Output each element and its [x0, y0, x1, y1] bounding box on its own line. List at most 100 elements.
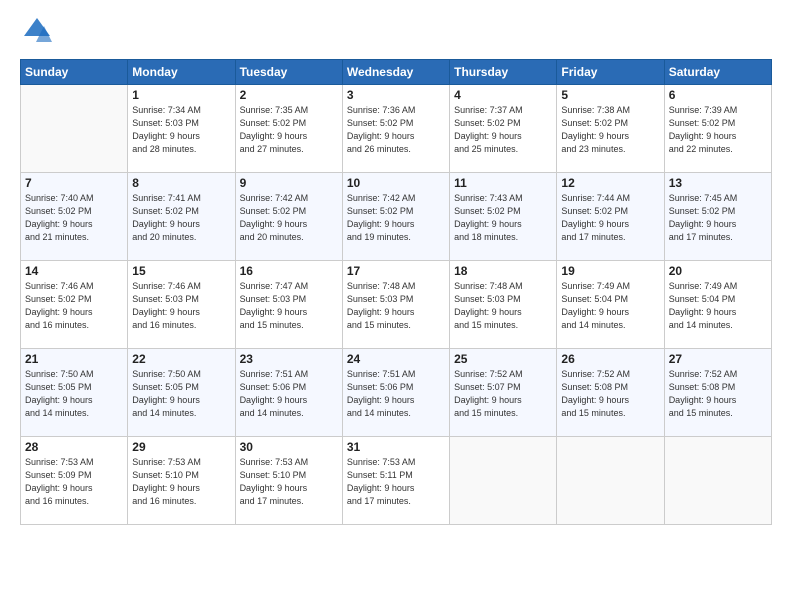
calendar-cell: 31 Sunrise: 7:53 AM Sunset: 5:11 PM Dayli… — [342, 436, 449, 524]
day-info: Sunrise: 7:38 AM Sunset: 5:02 PM Dayligh… — [561, 104, 659, 156]
day-info: Sunrise: 7:39 AM Sunset: 5:02 PM Dayligh… — [669, 104, 767, 156]
day-info: Sunrise: 7:43 AM Sunset: 5:02 PM Dayligh… — [454, 192, 552, 244]
calendar: SundayMondayTuesdayWednesdayThursdayFrid… — [20, 59, 772, 525]
day-number: 9 — [240, 176, 338, 190]
calendar-cell: 15Sunrise: 7:46 AM Sunset: 5:03 PM Dayli… — [128, 260, 235, 348]
day-number: 5 — [561, 88, 659, 102]
calendar-cell: 20 Sunrise: 7:49 AM Sunset: 5:04 PM Dayli… — [664, 260, 771, 348]
day-info: Sunrise: 7:53 AM Sunset: 5:11 PM Dayligh… — [347, 456, 445, 508]
day-info: Sunrise: 7:53 AM Sunset: 5:10 PM Dayligh… — [240, 456, 338, 508]
day-info: Sunrise: 7:46 AM Sunset: 5:02 PM Dayligh… — [25, 280, 123, 332]
calendar-cell: 5 Sunrise: 7:38 AM Sunset: 5:02 PM Daylig… — [557, 84, 664, 172]
day-number: 12 — [561, 176, 659, 190]
day-info: Sunrise: 7:42 AM Sunset: 5:02 PM Dayligh… — [347, 192, 445, 244]
day-number: 28 — [25, 440, 123, 454]
day-number: 19 — [561, 264, 659, 278]
day-info: Sunrise: 7:49 AM Sunset: 5:04 PM Dayligh… — [561, 280, 659, 332]
day-info: Sunrise: 7:53 AM Sunset: 5:09 PM Dayligh… — [25, 456, 123, 508]
calendar-cell: 4 Sunrise: 7:37 AM Sunset: 5:02 PM Daylig… — [450, 84, 557, 172]
calendar-header-friday: Friday — [557, 59, 664, 84]
calendar-cell: 13 Sunrise: 7:45 AM Sunset: 5:02 PM Dayli… — [664, 172, 771, 260]
day-info: Sunrise: 7:41 AM Sunset: 5:02 PM Dayligh… — [132, 192, 230, 244]
day-number: 18 — [454, 264, 552, 278]
calendar-cell: 22 Sunrise: 7:50 AM Sunset: 5:05 PM Dayli… — [128, 348, 235, 436]
day-number: 21 — [25, 352, 123, 366]
calendar-cell — [450, 436, 557, 524]
calendar-cell: 11 Sunrise: 7:43 AM Sunset: 5:02 PM Dayli… — [450, 172, 557, 260]
day-number: 24 — [347, 352, 445, 366]
calendar-cell: 9Sunrise: 7:42 AM Sunset: 5:02 PM Daylig… — [235, 172, 342, 260]
calendar-cell: 12 Sunrise: 7:44 AM Sunset: 5:02 PM Dayli… — [557, 172, 664, 260]
day-info: Sunrise: 7:36 AM Sunset: 5:02 PM Dayligh… — [347, 104, 445, 156]
day-number: 14 — [25, 264, 123, 278]
day-info: Sunrise: 7:51 AM Sunset: 5:06 PM Dayligh… — [240, 368, 338, 420]
day-number: 26 — [561, 352, 659, 366]
day-info: Sunrise: 7:47 AM Sunset: 5:03 PM Dayligh… — [240, 280, 338, 332]
calendar-cell — [557, 436, 664, 524]
day-info: Sunrise: 7:53 AM Sunset: 5:10 PM Dayligh… — [132, 456, 230, 508]
calendar-cell: 17 Sunrise: 7:48 AM Sunset: 5:03 PM Dayli… — [342, 260, 449, 348]
day-number: 31 — [347, 440, 445, 454]
day-info: Sunrise: 7:52 AM Sunset: 5:08 PM Dayligh… — [561, 368, 659, 420]
calendar-cell: 23Sunrise: 7:51 AM Sunset: 5:06 PM Dayli… — [235, 348, 342, 436]
calendar-week-row: 7Sunrise: 7:40 AM Sunset: 5:02 PM Daylig… — [21, 172, 772, 260]
day-number: 20 — [669, 264, 767, 278]
day-number: 2 — [240, 88, 338, 102]
day-info: Sunrise: 7:44 AM Sunset: 5:02 PM Dayligh… — [561, 192, 659, 244]
calendar-header-wednesday: Wednesday — [342, 59, 449, 84]
day-info: Sunrise: 7:35 AM Sunset: 5:02 PM Dayligh… — [240, 104, 338, 156]
logo — [20, 16, 52, 51]
calendar-cell: 18 Sunrise: 7:48 AM Sunset: 5:03 PM Dayli… — [450, 260, 557, 348]
day-info: Sunrise: 7:48 AM Sunset: 5:03 PM Dayligh… — [347, 280, 445, 332]
logo-icon — [22, 16, 52, 46]
calendar-cell: 7Sunrise: 7:40 AM Sunset: 5:02 PM Daylig… — [21, 172, 128, 260]
calendar-cell: 6 Sunrise: 7:39 AM Sunset: 5:02 PM Daylig… — [664, 84, 771, 172]
day-number: 10 — [347, 176, 445, 190]
calendar-cell: 25 Sunrise: 7:52 AM Sunset: 5:07 PM Dayli… — [450, 348, 557, 436]
day-number: 30 — [240, 440, 338, 454]
calendar-header-thursday: Thursday — [450, 59, 557, 84]
calendar-week-row: 14 Sunrise: 7:46 AM Sunset: 5:02 PM Dayli… — [21, 260, 772, 348]
calendar-header-monday: Monday — [128, 59, 235, 84]
calendar-header-tuesday: Tuesday — [235, 59, 342, 84]
calendar-cell: 3 Sunrise: 7:36 AM Sunset: 5:02 PM Daylig… — [342, 84, 449, 172]
calendar-cell: 8 Sunrise: 7:41 AM Sunset: 5:02 PM Daylig… — [128, 172, 235, 260]
calendar-cell: 30 Sunrise: 7:53 AM Sunset: 5:10 PM Dayli… — [235, 436, 342, 524]
calendar-header-row: SundayMondayTuesdayWednesdayThursdayFrid… — [21, 59, 772, 84]
calendar-cell — [21, 84, 128, 172]
day-number: 3 — [347, 88, 445, 102]
day-info: Sunrise: 7:45 AM Sunset: 5:02 PM Dayligh… — [669, 192, 767, 244]
day-number: 29 — [132, 440, 230, 454]
day-info: Sunrise: 7:50 AM Sunset: 5:05 PM Dayligh… — [132, 368, 230, 420]
day-number: 16 — [240, 264, 338, 278]
calendar-week-row: 1 Sunrise: 7:34 AM Sunset: 5:03 PM Daylig… — [21, 84, 772, 172]
calendar-cell: 14 Sunrise: 7:46 AM Sunset: 5:02 PM Dayli… — [21, 260, 128, 348]
day-number: 1 — [132, 88, 230, 102]
day-info: Sunrise: 7:37 AM Sunset: 5:02 PM Dayligh… — [454, 104, 552, 156]
day-info: Sunrise: 7:49 AM Sunset: 5:04 PM Dayligh… — [669, 280, 767, 332]
day-number: 13 — [669, 176, 767, 190]
calendar-cell — [664, 436, 771, 524]
calendar-cell: 24 Sunrise: 7:51 AM Sunset: 5:06 PM Dayli… — [342, 348, 449, 436]
calendar-cell: 1 Sunrise: 7:34 AM Sunset: 5:03 PM Daylig… — [128, 84, 235, 172]
calendar-cell: 10 Sunrise: 7:42 AM Sunset: 5:02 PM Dayli… — [342, 172, 449, 260]
day-number: 11 — [454, 176, 552, 190]
day-info: Sunrise: 7:50 AM Sunset: 5:05 PM Dayligh… — [25, 368, 123, 420]
day-number: 4 — [454, 88, 552, 102]
calendar-week-row: 28 Sunrise: 7:53 AM Sunset: 5:09 PM Dayli… — [21, 436, 772, 524]
day-number: 17 — [347, 264, 445, 278]
logo-text — [20, 16, 52, 51]
page: SundayMondayTuesdayWednesdayThursdayFrid… — [0, 0, 792, 612]
day-number: 22 — [132, 352, 230, 366]
calendar-cell: 28 Sunrise: 7:53 AM Sunset: 5:09 PM Dayli… — [21, 436, 128, 524]
calendar-header-sunday: Sunday — [21, 59, 128, 84]
day-number: 8 — [132, 176, 230, 190]
day-info: Sunrise: 7:46 AM Sunset: 5:03 PM Dayligh… — [132, 280, 230, 332]
day-number: 25 — [454, 352, 552, 366]
day-number: 6 — [669, 88, 767, 102]
day-info: Sunrise: 7:51 AM Sunset: 5:06 PM Dayligh… — [347, 368, 445, 420]
day-info: Sunrise: 7:52 AM Sunset: 5:07 PM Dayligh… — [454, 368, 552, 420]
calendar-cell: 26 Sunrise: 7:52 AM Sunset: 5:08 PM Dayli… — [557, 348, 664, 436]
day-info: Sunrise: 7:48 AM Sunset: 5:03 PM Dayligh… — [454, 280, 552, 332]
day-info: Sunrise: 7:34 AM Sunset: 5:03 PM Dayligh… — [132, 104, 230, 156]
